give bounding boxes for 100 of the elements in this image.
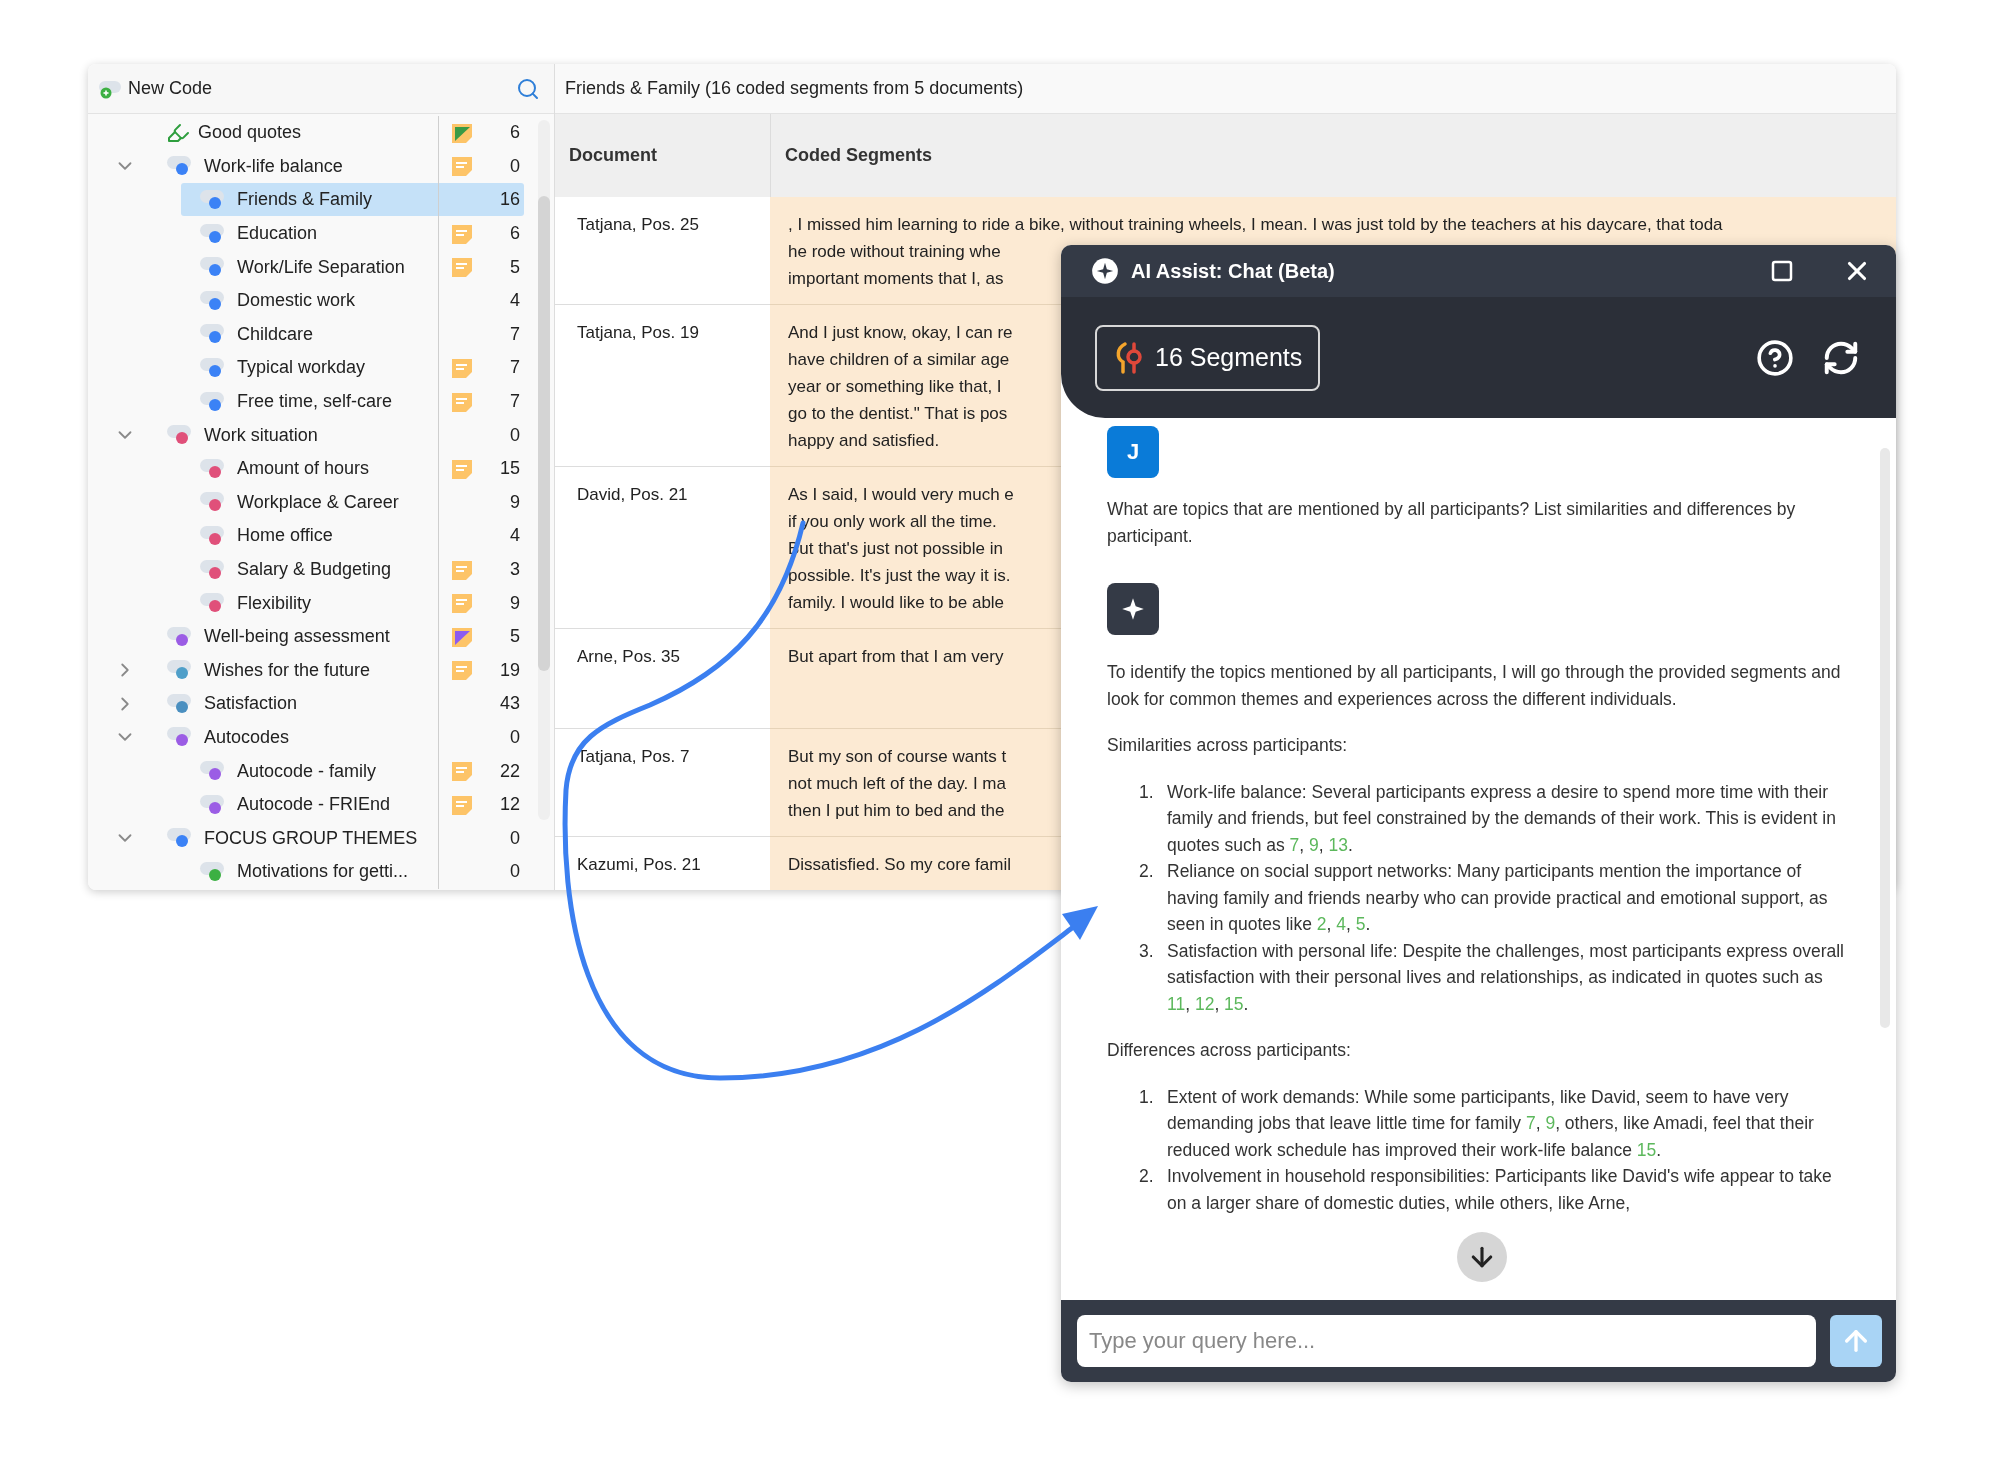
list-item-text: Involvement in household responsibilities: Participants like David's wife appear to take on a larger share of domestic duties, while others, like Arne, bbox=[1167, 1165, 1833, 1215]
user-avatar: J bbox=[1107, 426, 1159, 478]
query-input[interactable]: Type your query here... bbox=[1077, 1315, 1816, 1367]
segment-count: 0 bbox=[509, 424, 521, 446]
list-item-text: Work-life balance: Several participants express a desire to spend more time with their family and friends, but feel constrained by the demands of their work. This is evident in quotes such as 7, 9, 13. bbox=[1167, 780, 1837, 857]
list-number: 1. bbox=[1139, 780, 1155, 804]
list-number: 1. bbox=[1139, 1085, 1155, 1109]
segment-count: 3 bbox=[509, 559, 521, 580]
segment-count: 15 bbox=[498, 458, 521, 480]
segment-count: 0 bbox=[509, 827, 521, 849]
code-label: Flexibility bbox=[237, 592, 312, 614]
segment-count: 43 bbox=[498, 693, 521, 715]
code-label: Free time, self-care bbox=[237, 391, 394, 413]
code-label: Well-being assessment bbox=[204, 626, 391, 648]
code-label: Good quotes bbox=[198, 122, 303, 144]
assistant-logo-icon bbox=[1091, 257, 1119, 285]
segment-text: But apart from that I am very bbox=[788, 646, 1004, 668]
segment-text: , I missed him learning to ride a bike, without training wheels, I mean. I was just told by the teachers at his daycare, that toda bbox=[788, 214, 1723, 236]
code-row[interactable]: Wishes for the future 19 bbox=[148, 653, 524, 687]
list-item-text: Extent of work demands: While some participants, like David, seem to have very demanding jobs that leave little time for family 7, 9, others, like Amadi, feel that their reduced work schedule has improved their work-life balance 15. bbox=[1167, 1085, 1815, 1162]
code-row[interactable]: Work/Life Separation 5 bbox=[181, 250, 524, 284]
code-label: Autocode - family bbox=[237, 760, 378, 782]
column-header[interactable]: Coded Segments bbox=[770, 114, 1896, 197]
list-number: 2. bbox=[1139, 860, 1155, 883]
code-row[interactable]: Amount of hours 15 bbox=[181, 452, 524, 486]
code-label: Work situation bbox=[204, 424, 319, 446]
code-row[interactable]: Motivations for getti... 0 bbox=[181, 855, 524, 889]
segment-count: 16 bbox=[498, 189, 521, 211]
segment-text: not much left of the day. I ma bbox=[788, 773, 1006, 795]
segment-count: 4 bbox=[509, 525, 521, 547]
send-button[interactable] bbox=[1830, 1315, 1882, 1367]
code-label: FOCUS GROUP THEMES bbox=[204, 827, 419, 849]
help-button[interactable] bbox=[1756, 338, 1794, 377]
code-label: Domestic work bbox=[237, 290, 357, 312]
code-row[interactable]: Flexibility 9 bbox=[181, 586, 524, 620]
code-label: Work/Life Separation bbox=[237, 256, 406, 278]
code-label: Childcare bbox=[237, 323, 315, 345]
segments-title: Friends & Family (16 coded segments from 5 documents) bbox=[555, 64, 1896, 114]
code-row[interactable]: Work situation 0 bbox=[148, 418, 524, 452]
segment-text: family. I would like to be able bbox=[788, 592, 1005, 614]
message-text: To identify the topics mentioned by all participants, I will go through the provided segments and look for common themes and experiences across the different individuals. bbox=[1107, 661, 1842, 711]
code-row[interactable]: Workplace & Career 9 bbox=[181, 485, 524, 519]
segments-button[interactable]: 16 Segments bbox=[1095, 324, 1321, 391]
code-row[interactable]: Autocodes 0 bbox=[148, 721, 524, 754]
code-label: Autocode - FRIEnd bbox=[237, 794, 392, 816]
code-row[interactable]: Home office 4 bbox=[181, 519, 524, 553]
segment-text: important moments that I, as bbox=[788, 268, 1004, 290]
segment-count: 9 bbox=[509, 491, 521, 513]
segment-count: 6 bbox=[509, 122, 521, 144]
segment-text: And I just know, okay, I can re bbox=[788, 322, 1013, 344]
segment-text: year or something like that, I bbox=[788, 376, 1002, 398]
scrollbar-track[interactable] bbox=[538, 120, 550, 820]
segment-count: 5 bbox=[509, 626, 521, 648]
segment-text: happy and satisfied. bbox=[788, 430, 940, 452]
list-item-text: Reliance on social support networks: Many participants mention the importance of having family and friends nearby who can provide practical and emotional support, as seen in quotes like 2, 4, 5. bbox=[1167, 860, 1829, 936]
segment-text: Dissatisfied. So my core famil bbox=[788, 854, 1011, 876]
message-text: What are topics that are mentioned by all participants? List similarities and differences by participant. bbox=[1107, 498, 1797, 548]
code-row[interactable]: Friends & Family 16 bbox=[181, 183, 524, 217]
code-label: Friends & Family bbox=[237, 189, 374, 211]
code-label: Salary & Budgeting bbox=[237, 559, 393, 580]
new-code-button[interactable]: New Code bbox=[98, 77, 213, 100]
code-row[interactable]: Good quotes 6 bbox=[148, 116, 524, 150]
code-row[interactable]: Domestic work 4 bbox=[181, 284, 524, 318]
segment-count: 7 bbox=[509, 391, 521, 413]
segment-count: 0 bbox=[509, 727, 521, 748]
code-label: Satisfaction bbox=[204, 693, 299, 715]
code-row[interactable]: FOCUS GROUP THEMES 0 bbox=[148, 821, 524, 855]
code-label: Home office bbox=[237, 525, 334, 547]
segment-count: 19 bbox=[498, 659, 521, 681]
list-number: 2. bbox=[1139, 1165, 1155, 1188]
code-row[interactable]: Well-being assessment 5 bbox=[148, 620, 524, 654]
column-header[interactable]: Document bbox=[555, 114, 770, 197]
code-row[interactable]: Autocode - family 22 bbox=[181, 754, 524, 788]
search-button[interactable] bbox=[516, 76, 540, 101]
code-row[interactable]: Childcare 7 bbox=[181, 317, 524, 351]
code-label: Education bbox=[237, 223, 319, 245]
code-row[interactable]: Typical workday 7 bbox=[181, 351, 524, 385]
code-row[interactable]: Satisfaction 43 bbox=[148, 687, 524, 721]
segment-text: But my son of course wants t bbox=[788, 746, 1007, 768]
segment-count: 22 bbox=[498, 760, 521, 782]
code-row[interactable]: Education 6 bbox=[181, 217, 524, 251]
assistant-avatar bbox=[1107, 583, 1159, 635]
segment-count: 9 bbox=[509, 592, 521, 614]
segment-count: 7 bbox=[509, 323, 521, 345]
segment-count: 4 bbox=[509, 290, 521, 312]
segment-text: As I said, I would very much e bbox=[788, 484, 1014, 506]
code-row[interactable]: Autocode - FRIEnd 12 bbox=[181, 788, 524, 822]
segment-count: 0 bbox=[509, 155, 521, 177]
code-row[interactable]: Salary & Budgeting 3 bbox=[181, 553, 524, 586]
scroll-down-button[interactable] bbox=[1457, 1232, 1507, 1282]
code-row[interactable]: Free time, self-care 7 bbox=[181, 385, 524, 419]
list-item-text: Satisfaction with personal life: Despite the challenges, most participants express overall satisfaction with their personal lives and relationships, as indicated in quotes such as 11, 12, 15. bbox=[1167, 939, 1845, 1016]
code-label: Autocodes bbox=[204, 727, 291, 748]
maximize-button[interactable] bbox=[1770, 259, 1794, 283]
segment-count: 6 bbox=[509, 223, 521, 245]
scrollbar-thumb[interactable] bbox=[538, 196, 550, 671]
segment-text: go to the dentist." That is pos bbox=[788, 403, 1008, 425]
segment-text: have children of a similar age bbox=[788, 349, 1010, 371]
code-label: Workplace & Career bbox=[237, 491, 400, 513]
code-label: Motivations for getti... bbox=[237, 861, 410, 883]
